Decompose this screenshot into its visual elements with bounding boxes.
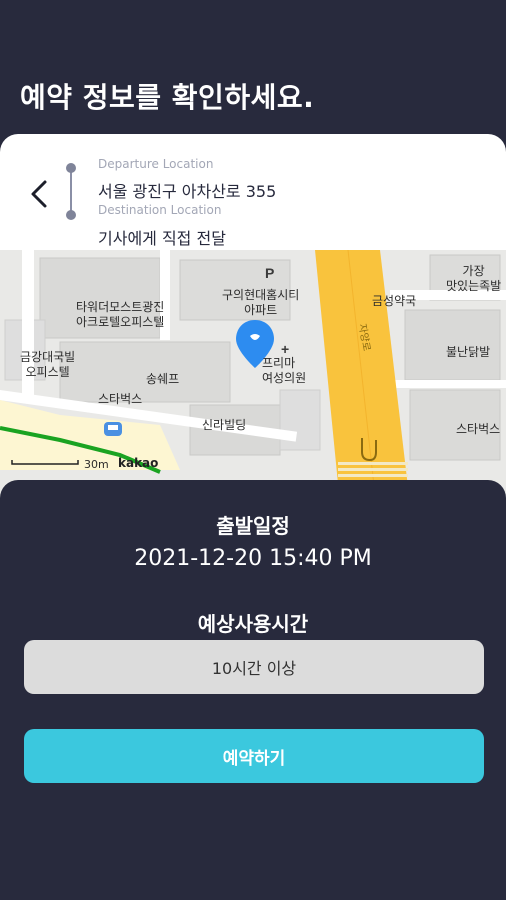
map-label-starbucks2: 스타벅스 (456, 422, 501, 436)
departure-label: Departure Location (98, 157, 214, 171)
map-label-apartment: 구의현대홈시티 아파트 (222, 288, 300, 317)
map-label-hospital: 프리마 여성의원 (262, 356, 307, 385)
departure-address: 서울 광진구 아차산로 355 (98, 182, 277, 201)
svg-text:P: P (265, 265, 274, 281)
map-scale: 30m (84, 458, 109, 471)
map-label-silla: 신라빌딩 (202, 418, 247, 432)
map-label-chef: 송쉐프 (146, 372, 180, 386)
map-view[interactable]: P + 타워더모스트광진 아크로텔오피스텔 금강대국빌 오피스텔 구의현대홈시티… (0, 250, 506, 504)
departure-datetime: 2021-12-20 15:40 PM (134, 546, 372, 571)
destination-label: Destination Location (98, 203, 222, 217)
duration-title: 예상사용시간 (197, 612, 309, 636)
duration-value: 10시간 이상 (211, 659, 297, 678)
route-card: Departure Location 서울 광진구 아차산로 355 Desti… (0, 134, 506, 504)
map-label-store: 가장 맛있는족발 (446, 264, 502, 293)
map-label-pharmacy: 금성약국 (372, 294, 417, 308)
bottom-sheet: 출발일정 2021-12-20 15:40 PM 예상사용시간 10시간 이상 … (0, 480, 506, 900)
chevron-left-icon (31, 180, 47, 208)
departure-schedule-title: 출발일정 (216, 514, 290, 538)
map-label-officetel: 금강대국빌 오피스텔 (20, 350, 76, 379)
destination-address: 기사에게 직접 전달 (98, 229, 226, 248)
map-brand-logo: kakao (118, 456, 159, 470)
reserve-button-label: 예약하기 (222, 748, 286, 769)
departure-dot (66, 163, 76, 173)
svg-text:+: + (281, 341, 289, 357)
map-label-bulldak: 불난닭발 (446, 345, 491, 359)
destination-dot (66, 210, 76, 220)
map-label-building1: 타워더모스트광진 아크로텔오피스텔 (76, 300, 165, 329)
map-label-starbucks1: 스타벅스 (98, 392, 143, 406)
back-button[interactable] (22, 176, 56, 212)
route-line (70, 167, 72, 215)
reserve-button[interactable]: 예약하기 (24, 729, 484, 783)
duration-select[interactable]: 10시간 이상 (24, 640, 484, 694)
page-title: 예약 정보를 확인하세요. (20, 81, 315, 114)
